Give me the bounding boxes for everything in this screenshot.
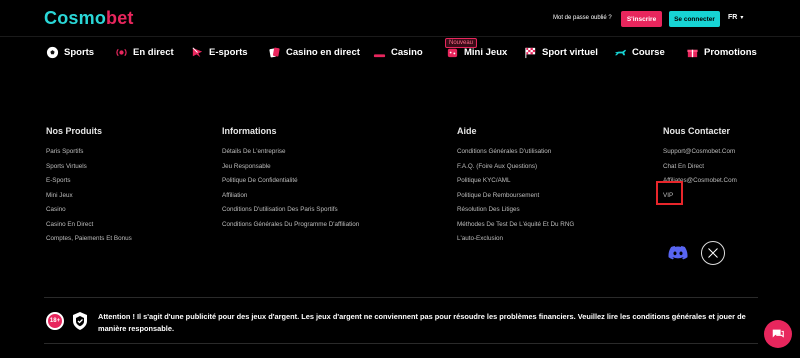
nav-label: En direct [133,47,174,58]
footer-col-information: Informations Détails De L'entreprise Jeu… [222,126,359,232]
language-selector[interactable]: FR ▾ [728,14,743,21]
nav-item-esports[interactable]: E-sports [191,46,248,59]
nav-item-sports[interactable]: Sports [46,46,94,59]
chat-icon [771,327,785,341]
shield-icon [71,311,89,331]
footer-link[interactable]: Conditions Générales Du Programme D'affi… [222,218,359,233]
signup-button[interactable]: S'inscrire [621,11,662,27]
footer-link[interactable]: Conditions D'utilisation Des Paris Sport… [222,203,359,218]
footer-link[interactable]: L'auto-Exclusion [457,232,574,247]
nav-label: Casino [391,47,423,58]
footer-link[interactable]: Politique De Confidentialité [222,174,359,189]
age-label: 18+ [49,318,61,324]
nav-label: Mini Jeux [464,47,508,58]
footer-col-products: Nos Produits Paris Sportifs Sports Virtu… [46,126,132,247]
header-divider [0,36,800,37]
greyhound-icon [614,46,627,59]
soccer-ball-icon [46,46,59,59]
footer-link[interactable]: Conditions Générales D'utilisation [457,145,574,160]
nav-label: E-sports [209,47,248,58]
responsible-gambling-warning: Attention ! Il s'agit d'une publicité po… [98,312,746,333]
footer-link[interactable]: Politique KYC/AML [457,174,574,189]
footer-col-title: Informations [222,126,277,136]
footer-link-live-chat[interactable]: Chat En Direct [663,160,737,175]
footer-col-title: Nous Contacter [663,126,731,136]
nav-label: Sports [64,47,95,58]
x-twitter-icon[interactable] [701,241,725,265]
logo-text-bet: bet [106,8,134,28]
esports-icon [191,46,204,59]
footer-link[interactable]: Mini Jeux [46,189,132,204]
footer-col-title: Nos Produits [46,126,103,136]
footer-link[interactable]: Politique De Remboursement [457,189,574,204]
footer-col-help: Aide Conditions Générales D'utilisation … [457,126,574,247]
cosmobet-logo[interactable]: Cosmobet [44,8,134,29]
age-restriction-icon: 18+ [46,312,64,330]
nav-item-casino[interactable]: Casino [373,46,423,59]
chevron-down-icon: ▾ [740,15,744,21]
footer-link[interactable]: Affiliation [222,189,359,204]
footer-link-support-email[interactable]: Support@Cosmobet.Com [663,145,737,160]
nav-item-virtual-sport[interactable]: Sport virtuel [524,46,598,59]
nav-item-live[interactable]: En direct [115,46,174,59]
header: Cosmobet Mot de passe oublié ? S'inscrir… [0,0,800,36]
live-icon [115,46,128,59]
discord-icon[interactable] [666,241,690,265]
logo-text-c: C [44,8,58,28]
vip-highlight-box [656,181,683,205]
logo-text-smo: smo [68,8,107,28]
forgot-password-link[interactable]: Mot de passe oublié ? [553,15,612,21]
footer-link[interactable]: Détails De L'entreprise [222,145,359,160]
footer-link[interactable]: E-Sports [46,174,132,189]
nav-label: Sport virtuel [542,47,598,58]
footer-divider [44,297,758,298]
footer-link[interactable]: F.A.Q. (Foire Aux Questions) [457,160,574,175]
nav-item-live-casino[interactable]: Casino en direct [268,46,360,59]
slot-icon [373,46,386,59]
logo-text-o: o [57,8,69,28]
nav-item-promotions[interactable]: Promotions [686,46,757,59]
language-label: FR [728,14,738,21]
footer-link[interactable]: Casino En Direct [46,218,132,233]
footer-link[interactable]: Jeu Responsable [222,160,359,175]
footer-link[interactable]: Résolution Des Litiges [457,203,574,218]
main-nav: Sports En direct E-sports Casino en dire… [0,40,800,66]
nav-label: Promotions [704,47,757,58]
login-button[interactable]: Se connecter [669,11,720,27]
footer-link[interactable]: Comptes, Paiements Et Bonus [46,232,132,247]
footer-bottom-divider [44,343,758,344]
footer-link[interactable]: Paris Sportifs [46,145,132,160]
cards-icon [268,46,281,59]
nav-item-race[interactable]: Course [614,46,665,59]
chat-button[interactable] [764,320,792,348]
footer-link[interactable]: Méthodes De Test De L'équité Et Du RNG [457,218,574,233]
gift-icon [686,46,699,59]
nav-label: Casino en direct [286,47,360,58]
nav-label: Course [632,47,665,58]
footer-link[interactable]: Casino [46,203,132,218]
new-badge: Nouveau [445,38,478,48]
footer-col-title: Aide [457,126,477,136]
checkered-flag-icon [524,46,537,59]
footer-link[interactable]: Sports Virtuels [46,160,132,175]
